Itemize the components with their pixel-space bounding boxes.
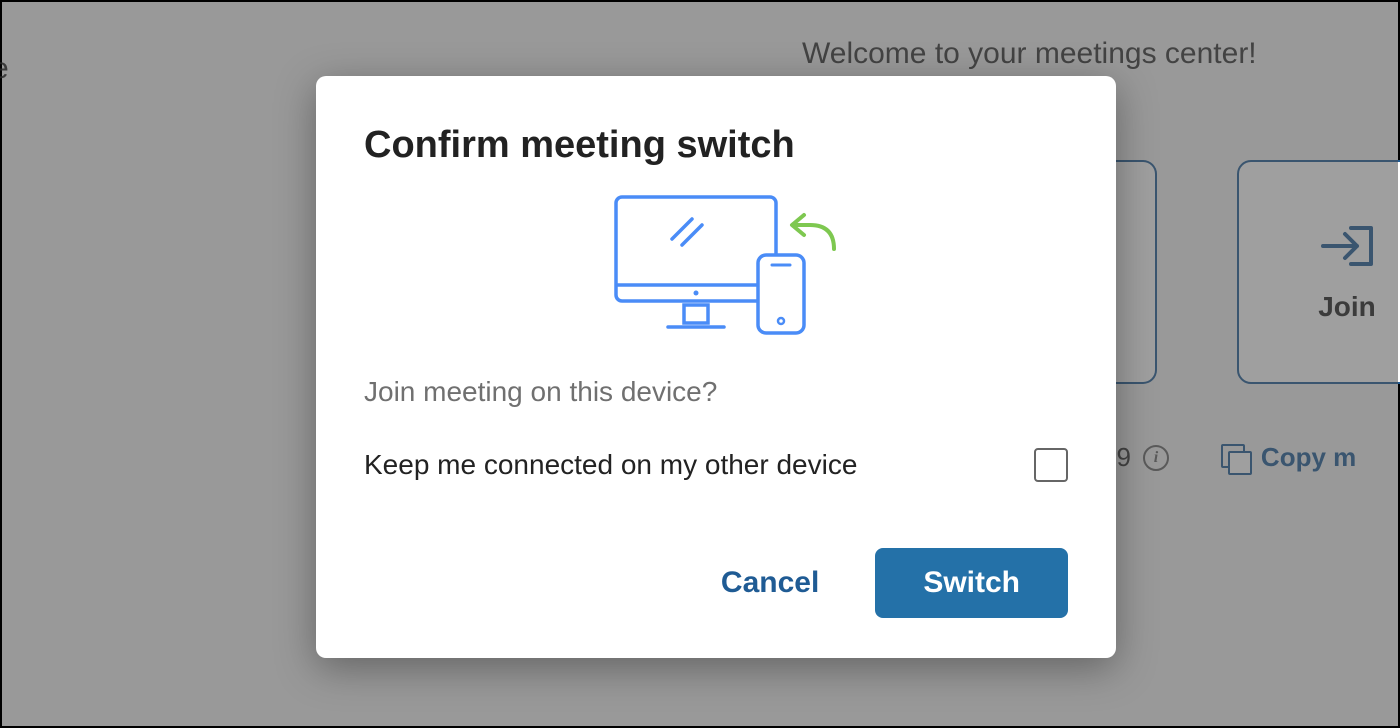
keep-connected-checkbox[interactable] <box>1034 448 1068 482</box>
modal-actions: Cancel Switch <box>364 548 1068 618</box>
device-switch-illustration <box>586 187 846 352</box>
modal-question: Join meeting on this device? <box>364 376 1068 408</box>
modal-title: Confirm meeting switch <box>364 124 1068 167</box>
keep-connected-label: Keep me connected on my other device <box>364 449 857 481</box>
confirm-switch-modal: Confirm meeting switch Join meeting on t… <box>316 76 1116 658</box>
switch-button[interactable]: Switch <box>875 548 1068 618</box>
keep-connected-row: Keep me connected on my other device <box>364 448 1068 482</box>
cancel-button[interactable]: Cancel <box>721 566 819 600</box>
